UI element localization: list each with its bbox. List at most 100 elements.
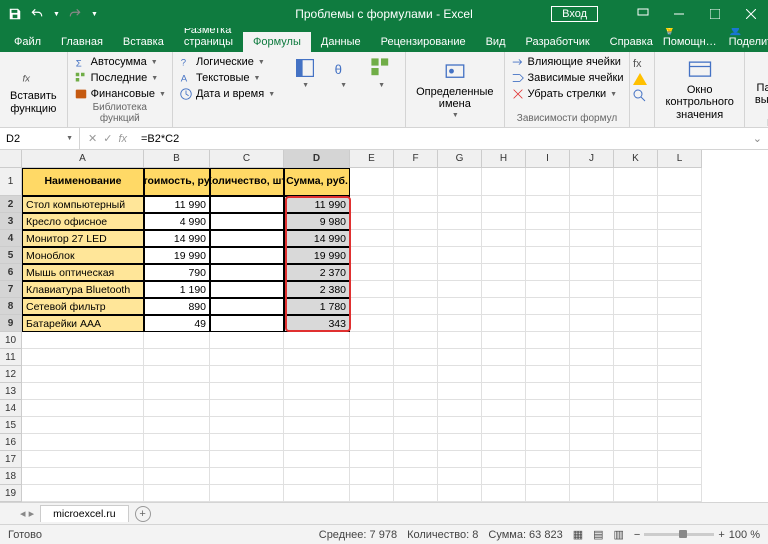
add-sheet-button[interactable]: + — [135, 506, 151, 522]
cell[interactable]: 14 990 — [284, 230, 350, 247]
col-header[interactable]: B — [144, 150, 210, 168]
cell[interactable]: Наименование — [22, 168, 144, 196]
cancel-icon[interactable]: ✕ — [88, 132, 97, 145]
cell[interactable] — [210, 230, 284, 247]
col-header[interactable]: L — [658, 150, 702, 168]
row-header[interactable]: 16 — [0, 434, 22, 451]
recent-button[interactable]: Последние▼ — [74, 70, 166, 86]
worksheet[interactable]: 1 2 3 4 5 6 7 8 9 10 11 12 13 14 15 16 1… — [0, 150, 768, 502]
cell[interactable]: Кресло офисное — [22, 213, 144, 230]
text-button[interactable]: AТекстовые▼ — [179, 70, 275, 86]
col-header[interactable]: C — [210, 150, 284, 168]
evaluate-icon[interactable] — [632, 88, 648, 102]
sheet-tab[interactable]: microexcel.ru — [40, 505, 128, 522]
enter-icon[interactable]: ✓ — [103, 132, 112, 145]
row-header[interactable]: 18 — [0, 468, 22, 485]
formula-input[interactable]: =B2*C2 — [135, 133, 747, 145]
cell[interactable]: 890 — [144, 298, 210, 315]
calc-options-button[interactable]: Параметры вычислений▼ — [751, 54, 768, 118]
col-header[interactable]: E — [350, 150, 394, 168]
expand-formula-icon[interactable]: ⌄ — [747, 132, 768, 145]
math-button[interactable]: θ▼ — [325, 54, 361, 92]
tab-view[interactable]: Вид — [476, 32, 516, 52]
row-header[interactable]: 11 — [0, 349, 22, 366]
cell[interactable]: Стоимость, руб. — [144, 168, 210, 196]
cell[interactable]: Стол компьютерный — [22, 196, 144, 213]
cell[interactable]: Монитор 27 LED — [22, 230, 144, 247]
view-break-icon[interactable]: ▥ — [614, 528, 624, 541]
row-header[interactable]: 1 — [0, 168, 22, 196]
zoom-out-icon[interactable]: − — [634, 529, 640, 541]
zoom-in-icon[interactable]: + — [718, 529, 724, 541]
col-header[interactable]: G — [438, 150, 482, 168]
cell[interactable] — [210, 281, 284, 298]
defined-names-button[interactable]: Определенные имена▼ — [412, 58, 497, 122]
cell[interactable] — [210, 247, 284, 264]
zoom-slider[interactable] — [644, 533, 714, 536]
tab-data[interactable]: Данные — [311, 32, 371, 52]
row-header[interactable]: 3 — [0, 213, 22, 230]
zoom-control[interactable]: − + 100 % — [634, 529, 760, 541]
close-icon[interactable] — [734, 0, 768, 28]
cell[interactable] — [210, 196, 284, 213]
col-header[interactable]: A — [22, 150, 144, 168]
tab-home[interactable]: Главная — [51, 32, 113, 52]
cell[interactable] — [210, 315, 284, 332]
save-icon[interactable] — [8, 7, 22, 21]
row-header[interactable]: 9 — [0, 315, 22, 332]
cell[interactable]: Сетевой фильтр — [22, 298, 144, 315]
datetime-button[interactable]: Дата и время▼ — [179, 86, 275, 102]
error-check-icon[interactable] — [632, 72, 648, 86]
cell[interactable]: 790 — [144, 264, 210, 281]
row-header[interactable]: 4 — [0, 230, 22, 247]
cell[interactable]: Батарейки AAA — [22, 315, 144, 332]
lookup-button[interactable]: ▼ — [287, 54, 323, 92]
more-button[interactable]: ▼ — [363, 54, 399, 92]
minimize-icon[interactable] — [662, 0, 696, 28]
cell[interactable]: Сумма, руб. — [284, 168, 350, 196]
view-layout-icon[interactable]: ▤ — [593, 528, 603, 541]
cell[interactable]: Количество, шт. — [210, 168, 284, 196]
undo-icon[interactable] — [30, 7, 44, 21]
cell[interactable] — [210, 298, 284, 315]
col-header[interactable]: H — [482, 150, 526, 168]
row-header[interactable]: 7 — [0, 281, 22, 298]
row-header[interactable]: 15 — [0, 417, 22, 434]
cell[interactable]: 2 370 — [284, 264, 350, 281]
row-header[interactable]: 12 — [0, 366, 22, 383]
fx-icon[interactable]: fx — [118, 133, 127, 145]
logical-button[interactable]: ?Логические▼ — [179, 54, 275, 70]
tab-help[interactable]: Справка — [600, 32, 663, 52]
cell[interactable]: Клавиатура Bluetooth — [22, 281, 144, 298]
redo-icon[interactable] — [68, 7, 82, 21]
trace-precedents-button[interactable]: Влияющие ячейки — [511, 54, 624, 70]
zoom-level[interactable]: 100 % — [729, 529, 760, 541]
tab-developer[interactable]: Разработчик — [516, 32, 600, 52]
trace-dependents-button[interactable]: Зависимые ячейки — [511, 70, 624, 86]
show-formulas-icon[interactable]: fx — [632, 56, 648, 70]
ribbon-options-icon[interactable] — [626, 0, 660, 28]
cell[interactable]: 4 990 — [144, 213, 210, 230]
select-all-corner[interactable] — [0, 150, 22, 168]
tab-review[interactable]: Рецензирование — [371, 32, 476, 52]
cell[interactable]: 2 380 — [284, 281, 350, 298]
cell[interactable]: 19 990 — [284, 247, 350, 264]
cell[interactable]: 11 990 — [144, 196, 210, 213]
insert-function-button[interactable]: fx Вставить функцию — [6, 62, 61, 116]
login-button[interactable]: Вход — [551, 6, 598, 22]
autosum-button[interactable]: ΣАвтосумма▼ — [74, 54, 166, 70]
col-header[interactable]: J — [570, 150, 614, 168]
tab-formulas[interactable]: Формулы — [243, 32, 311, 52]
name-box[interactable]: D2▼ — [0, 128, 80, 149]
cell[interactable]: 14 990 — [144, 230, 210, 247]
cell[interactable]: Мышь оптическая — [22, 264, 144, 281]
cell[interactable]: 343 — [284, 315, 350, 332]
cell[interactable] — [210, 213, 284, 230]
cell[interactable]: 9 980 — [284, 213, 350, 230]
row-header[interactable]: 5 — [0, 247, 22, 264]
view-normal-icon[interactable]: ▦ — [573, 528, 583, 541]
cell[interactable]: 49 — [144, 315, 210, 332]
row-header[interactable]: 14 — [0, 400, 22, 417]
col-header[interactable]: F — [394, 150, 438, 168]
maximize-icon[interactable] — [698, 0, 732, 28]
